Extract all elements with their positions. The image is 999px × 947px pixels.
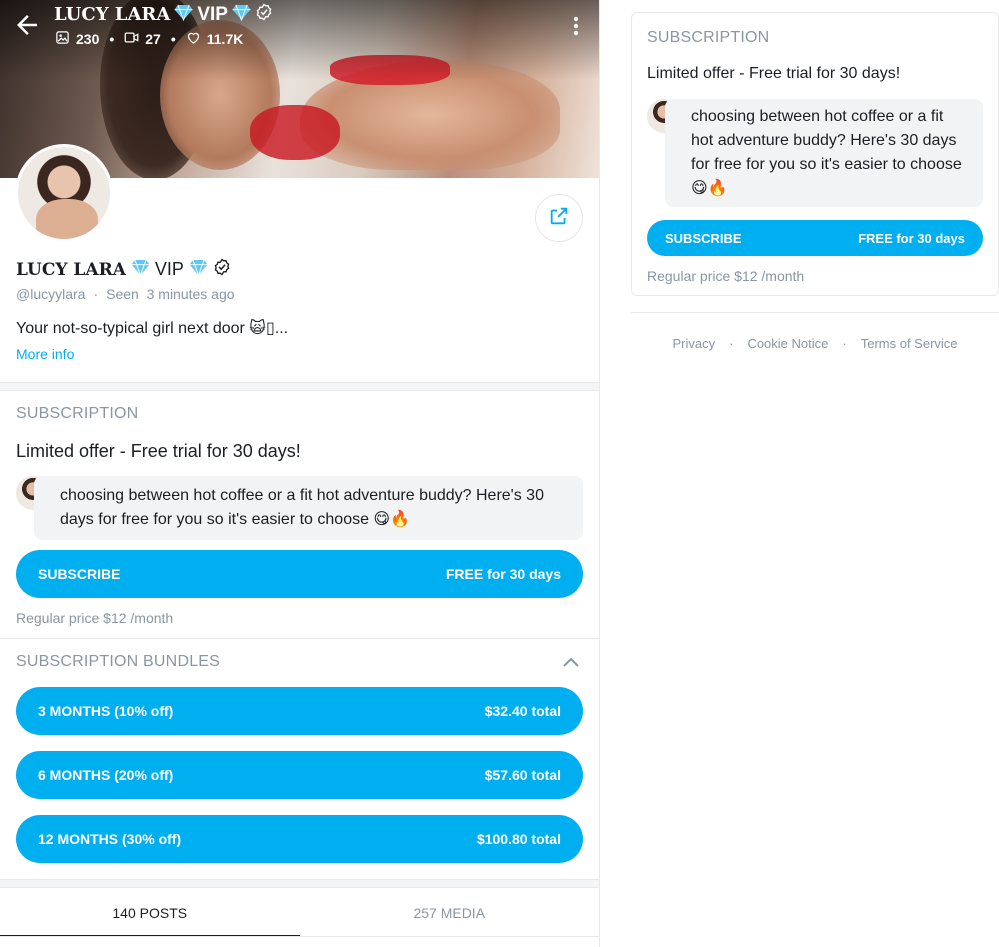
sidebar-regular-price: Regular price $12 /month xyxy=(647,268,805,284)
subscribe-label: SUBSCRIBE xyxy=(38,566,121,582)
bundle-price: $100.80 total xyxy=(476,831,561,847)
bundle-12-months-button[interactable]: 12 MONTHS (30% off) $100.80 total xyxy=(16,815,583,863)
profile-vip-label: VIP xyxy=(154,259,184,279)
last-seen: Seen 3 minutes ago xyxy=(106,286,235,302)
stat-separator: • xyxy=(109,31,115,47)
diamond-icon xyxy=(131,259,150,281)
terms-link[interactable]: Terms of Service xyxy=(861,336,958,351)
diamond-icon xyxy=(232,4,251,26)
subscribe-button[interactable]: SUBSCRIBE FREE for 30 days xyxy=(16,550,583,598)
more-info-link[interactable]: More info xyxy=(16,346,74,362)
sidebar-subscription-card: SUBSCRIPTION Limited offer - Free trial … xyxy=(631,12,999,296)
profile-name-text: LUCY LARA xyxy=(16,259,126,280)
offer-title: Limited offer - Free trial for 30 days! xyxy=(16,441,301,461)
header-title: LUCY LARA VIP xyxy=(54,3,273,26)
profile-column: LUCY LARA VIP 230 • 27 • 11.7K LUCY LARA… xyxy=(0,0,600,947)
footer-links: Privacy · Cookie Notice · Terms of Servi… xyxy=(631,336,999,351)
profile-name: LUCY LARA VIP xyxy=(16,258,231,281)
verified-icon xyxy=(255,3,273,26)
footer-separator: · xyxy=(729,336,734,351)
back-arrow-icon[interactable] xyxy=(12,10,42,40)
sidebar-subscribe-button[interactable]: SUBSCRIBE FREE for 30 days xyxy=(647,220,983,256)
bundle-label: 3 MONTHS (10% off) xyxy=(38,703,174,719)
profile-handle: @lucyylara xyxy=(16,286,86,302)
share-icon xyxy=(548,205,570,232)
footer-separator: · xyxy=(842,336,847,351)
subscribe-value: FREE for 30 days xyxy=(445,566,561,582)
bundle-6-months-button[interactable]: 6 MONTHS (20% off) $57.60 total xyxy=(16,751,583,799)
profile-header-bar: LUCY LARA VIP 230 • 27 • 11.7K xyxy=(0,0,599,56)
header-name: LUCY LARA xyxy=(54,4,171,25)
kebab-menu-icon[interactable] xyxy=(566,14,586,38)
tab-posts[interactable]: 140 POSTS xyxy=(0,888,300,937)
sidebar-offer-title: Limited offer - Free trial for 30 days! xyxy=(647,65,901,82)
profile-meta: @lucyylara · Seen 3 minutes ago xyxy=(16,286,235,302)
stat-separator: • xyxy=(170,31,176,47)
bundle-price: $32.40 total xyxy=(484,703,561,719)
meta-separator: · xyxy=(93,286,99,302)
divider xyxy=(0,638,599,639)
tab-media[interactable]: 257 MEDIA xyxy=(300,888,600,937)
heart-icon xyxy=(186,30,201,48)
bundle-label: 6 MONTHS (20% off) xyxy=(38,767,174,783)
photos-count: 230 xyxy=(76,31,100,47)
regular-price: Regular price $12 /month xyxy=(16,610,174,626)
verified-icon xyxy=(213,258,231,281)
videos-count: 27 xyxy=(145,31,161,47)
share-button[interactable] xyxy=(535,194,583,242)
diamond-icon xyxy=(189,259,208,281)
bundles-section-title: SUBSCRIPTION BUNDLES xyxy=(16,653,221,670)
sidebar-subscription-message: choosing between hot coffee or a fit hot… xyxy=(665,99,983,207)
likes-count: 11.7K xyxy=(206,31,244,47)
diamond-icon xyxy=(174,4,193,26)
subscription-message: choosing between hot coffee or a fit hot… xyxy=(34,476,583,540)
section-divider xyxy=(0,382,599,391)
profile-tabs: 140 POSTS 257 MEDIA xyxy=(0,887,599,937)
privacy-link[interactable]: Privacy xyxy=(672,336,715,351)
divider xyxy=(0,936,599,937)
subscription-section-title: SUBSCRIPTION xyxy=(16,405,139,422)
divider xyxy=(631,312,999,313)
video-icon xyxy=(124,30,139,48)
subscribe-label: SUBSCRIBE xyxy=(665,230,742,246)
chevron-up-icon[interactable] xyxy=(561,655,581,669)
bundle-label: 12 MONTHS (30% off) xyxy=(38,831,182,847)
avatar[interactable] xyxy=(15,144,113,242)
profile-bio: Your not-so-typical girl next door 🙀▯... xyxy=(16,320,289,337)
subscribe-value: FREE for 30 days xyxy=(858,230,965,246)
header-stats: 230 • 27 • 11.7K xyxy=(55,30,243,48)
bundle-price: $57.60 total xyxy=(484,767,561,783)
cookie-notice-link[interactable]: Cookie Notice xyxy=(747,336,828,351)
image-icon xyxy=(55,30,70,48)
sidebar-subscription-title: SUBSCRIPTION xyxy=(647,29,770,46)
header-vip-label: VIP xyxy=(197,3,228,25)
bundle-3-months-button[interactable]: 3 MONTHS (10% off) $32.40 total xyxy=(16,687,583,735)
